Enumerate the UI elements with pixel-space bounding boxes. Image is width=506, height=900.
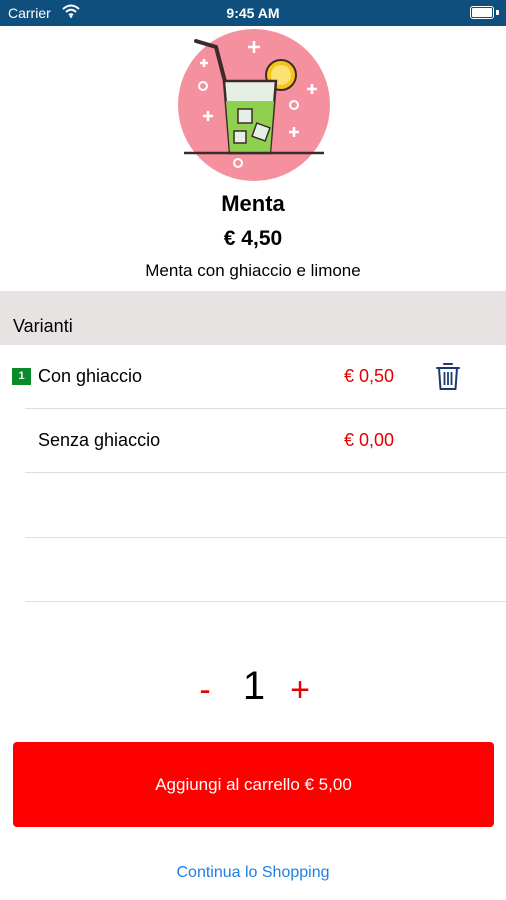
clock-time: 9:45 AM [226, 5, 280, 21]
row-divider [25, 472, 506, 473]
variant-price: € 0,50 [343, 366, 394, 386]
battery-icon [470, 6, 494, 19]
variant-row[interactable]: Senza ghiaccio € 0,00 [0, 409, 506, 473]
add-to-cart-button[interactable]: Aggiungi al carrello € 5,00 [13, 742, 494, 827]
continue-shopping-link[interactable]: Continua lo Shopping [0, 864, 506, 882]
quantity-increment-button[interactable]: + [286, 672, 314, 708]
quantity-decrement-button[interactable]: - [192, 672, 218, 708]
trash-icon[interactable] [436, 361, 460, 391]
variant-row[interactable]: 1 Con ghiaccio € 0,50 [0, 345, 506, 409]
empty-row [0, 474, 506, 538]
variant-price: € 0,00 [343, 430, 394, 450]
empty-row [0, 538, 506, 602]
row-divider [25, 601, 506, 602]
product-description: Menta con ghiaccio e limone [145, 261, 361, 280]
product-price: € 4,50 [223, 227, 283, 250]
quantity-value: 1 [242, 664, 266, 708]
variant-name: Con ghiaccio [38, 366, 143, 386]
variants-section-header: Varianti [0, 291, 506, 345]
variant-quantity-badge: 1 [12, 368, 31, 385]
battery-tip [496, 10, 499, 15]
product-name: Menta [221, 191, 285, 216]
status-bar: Carrier 9:45 AM [0, 0, 506, 26]
section-title: Varianti [13, 316, 73, 336]
variant-name: Senza ghiaccio [38, 430, 161, 450]
add-to-cart-label: Aggiungi al carrello € 5,00 [155, 774, 352, 794]
mint-drink-icon [176, 29, 332, 181]
